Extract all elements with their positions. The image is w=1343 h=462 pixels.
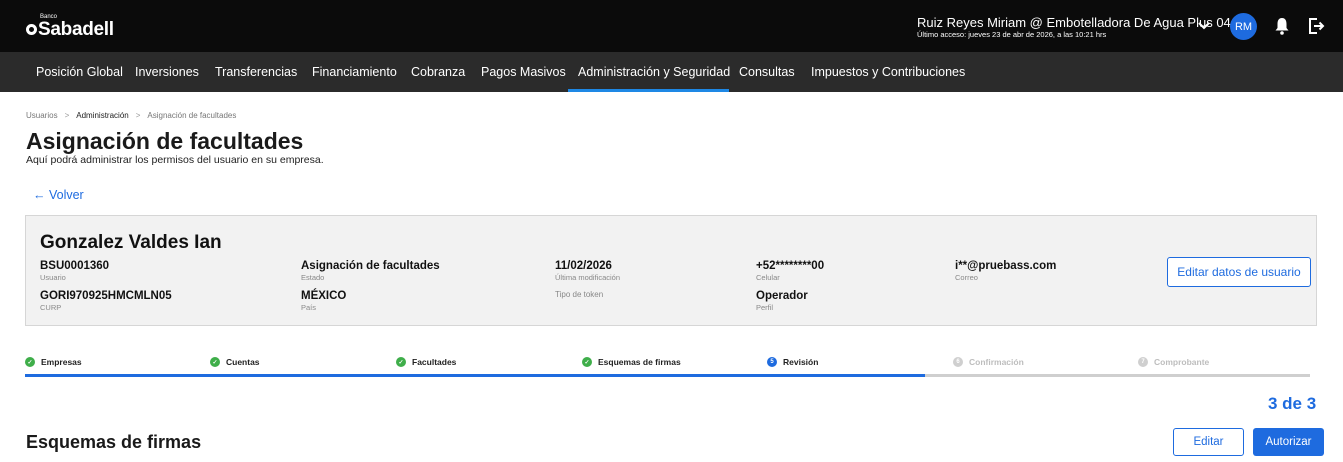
check-circle-icon: ✓ — [396, 357, 406, 367]
page-title: Asignación de facultades — [26, 128, 304, 154]
main-nav: Posición Global Inversiones Transferenci… — [0, 52, 1343, 92]
user-details-card: Gonzalez Valdes Ian BSU0001360 Usuario G… — [25, 215, 1317, 326]
top-bar: Banco Sabadell Ruiz Reyes Miriam @ Embot… — [0, 0, 1343, 52]
step-confirmacion: 6 Confirmación — [953, 357, 1024, 367]
logo-name: Sabadell — [38, 19, 114, 40]
ultima-modificacion-label: Última modificación — [555, 273, 621, 282]
nav-item-transferencias[interactable]: Transferencias — [215, 52, 297, 92]
correo-field: i**@pruebass.com Correo — [955, 260, 1056, 282]
progress-fill — [25, 374, 925, 377]
step-label: Empresas — [41, 357, 82, 367]
authorize-button[interactable]: Autorizar — [1253, 428, 1324, 456]
check-circle-icon: ✓ — [25, 357, 35, 367]
ultima-modificacion-field: 11/02/2026 Última modificación — [555, 260, 620, 282]
nav-item-impuestos[interactable]: Impuestos y Contribuciones — [811, 52, 965, 92]
step-label: Confirmación — [969, 357, 1024, 367]
step-label: Cuentas — [226, 357, 260, 367]
celular-value: +52********00 — [756, 260, 825, 272]
nav-item-financiamiento[interactable]: Financiamiento — [312, 52, 397, 92]
logo-circle-icon — [26, 24, 37, 35]
step-comprobante: 7 Comprobante — [1138, 357, 1209, 367]
breadcrumb-current: Asignación de facultades — [147, 111, 237, 120]
chevron-right-icon: > — [64, 111, 70, 120]
nav-item-posicion-global[interactable]: Posición Global — [36, 52, 123, 92]
back-link[interactable]: ← Volver — [33, 188, 84, 202]
perfil-field: Operador Perfil — [756, 290, 808, 312]
section-title: Esquemas de firmas — [26, 432, 202, 452]
nav-item-consultas[interactable]: Consultas — [739, 52, 795, 92]
celular-label: Celular — [756, 273, 780, 282]
step-label: Comprobante — [1154, 357, 1210, 367]
celular-field: +52********00 Celular — [756, 260, 824, 282]
pais-field: MÉXICO País — [301, 290, 346, 312]
pais-label: País — [301, 303, 317, 312]
check-circle-icon: ✓ — [582, 357, 592, 367]
curp-label: CURP — [40, 303, 62, 312]
edit-button[interactable]: Editar — [1173, 428, 1244, 456]
step-facultades[interactable]: ✓ Facultades — [396, 357, 456, 367]
perfil-label: Perfil — [756, 303, 774, 312]
page-subtitle: Aquí podrá administrar los permisos del … — [26, 154, 324, 166]
usuario-value: BSU0001360 — [40, 260, 110, 272]
usuario-label: Usuario — [40, 273, 66, 282]
chevron-right-icon: > — [135, 111, 141, 120]
breadcrumb-item[interactable]: Usuarios — [26, 111, 58, 120]
curp-value: GORI970925HMCMLN05 — [40, 290, 172, 302]
perfil-value: Operador — [756, 290, 808, 302]
step-revision[interactable]: 5 Revisión — [767, 357, 818, 367]
pais-value: MÉXICO — [301, 290, 347, 302]
tipo-token-label: Tipo de token — [555, 290, 604, 299]
correo-label: Correo — [955, 273, 978, 282]
step-label: Revisión — [783, 357, 819, 367]
step-empresas[interactable]: ✓ Empresas — [25, 357, 82, 367]
curp-field: GORI970925HMCMLN05 CURP — [40, 290, 172, 312]
chevron-down-icon[interactable] — [1196, 17, 1212, 33]
user-full-name: Gonzalez Valdes Ian — [40, 232, 222, 253]
nav-item-cobranza[interactable]: Cobranza — [411, 52, 465, 92]
correo-value: i**@pruebass.com — [955, 260, 1057, 272]
estado-field: Asignación de facultades Estado — [301, 260, 440, 282]
step-number-icon: 5 — [767, 357, 777, 367]
step-number-icon: 6 — [953, 357, 963, 367]
step-cuentas[interactable]: ✓ Cuentas — [210, 357, 260, 367]
last-access-text: Último acceso: jueves 23 de abr de 2026,… — [917, 30, 1107, 39]
avatar[interactable]: RM — [1230, 13, 1257, 40]
nav-item-administracion-seguridad[interactable]: Administración y Seguridad — [568, 52, 731, 92]
step-number-icon: 7 — [1138, 357, 1148, 367]
check-circle-icon: ✓ — [210, 357, 220, 367]
breadcrumb: Usuarios > Administración > Asignación de fa… — [26, 111, 236, 120]
nav-item-label: Administración y Seguridad — [578, 65, 731, 79]
nav-item-pagos-masivos[interactable]: Pagos Masivos — [481, 52, 566, 92]
estado-label: Estado — [301, 273, 325, 282]
usuario-field: BSU0001360 Usuario — [40, 260, 109, 282]
user-company-name: Ruiz Reyes Miriam @ Embotelladora De Agu… — [917, 15, 1231, 30]
step-label: Facultades — [412, 357, 457, 367]
step-counter: 3 de 3 — [1268, 394, 1317, 413]
tipo-token-field: Tipo de token — [555, 289, 603, 299]
logout-icon[interactable] — [1307, 17, 1325, 35]
step-esquemas-firmas[interactable]: ✓ Esquemas de firmas — [582, 357, 681, 367]
nav-item-inversiones[interactable]: Inversiones — [135, 52, 199, 92]
breadcrumb-item[interactable]: Administración — [76, 111, 128, 120]
bell-icon[interactable] — [1274, 17, 1290, 35]
step-label: Esquemas de firmas — [598, 357, 681, 367]
estado-value: Asignación de facultades — [301, 260, 440, 272]
edit-user-data-button[interactable]: Editar datos de usuario — [1167, 257, 1311, 287]
user-info[interactable]: Ruiz Reyes Miriam @ Embotelladora De Agu… — [917, 15, 1231, 39]
ultima-modificacion-value: 11/02/2026 — [555, 260, 612, 272]
